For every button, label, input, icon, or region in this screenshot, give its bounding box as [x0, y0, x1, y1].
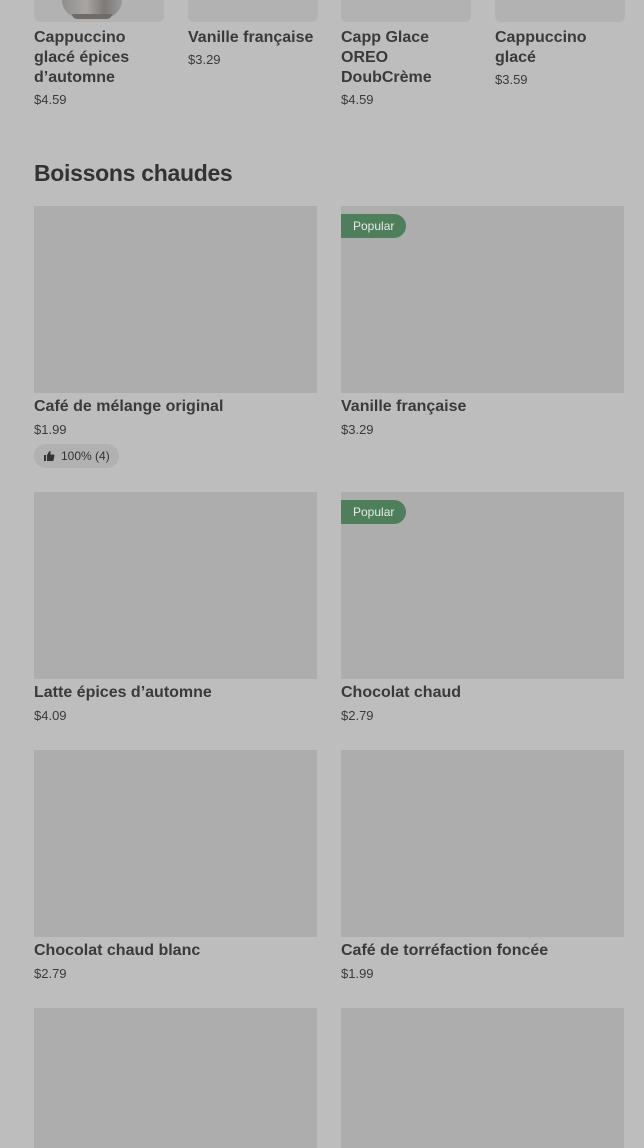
product-image	[341, 1008, 624, 1148]
product-price: $3.29	[341, 422, 374, 437]
product-name: Latte épices d’automne	[34, 684, 212, 701]
product-image	[188, 0, 318, 22]
popular-badge: Popular	[341, 214, 407, 238]
product-image	[34, 1008, 317, 1148]
product-card[interactable]: Popular Chocolat chaud $2.79	[341, 492, 624, 732]
product-price: $2.79	[341, 708, 374, 723]
product-name: Capp Glace OREO DoubCrème	[341, 29, 432, 86]
product-card[interactable]: Latte épices d’automne $4.09	[34, 492, 317, 732]
product-name: Cappuccino glacé	[495, 29, 587, 66]
product-card[interactable]: Chocolat chaud blanc $2.79	[34, 750, 317, 990]
product-price: $2.79	[34, 966, 67, 981]
rating-badge: 100% (4)	[34, 444, 119, 468]
cup-base	[72, 14, 112, 19]
product-name: Vanille française	[188, 29, 314, 46]
product-image	[34, 492, 317, 679]
product-card[interactable]	[34, 1008, 317, 1148]
product-price: $4.59	[341, 92, 374, 107]
product-image	[341, 0, 471, 22]
product-name: Café de torréfaction foncée	[341, 942, 549, 959]
recommended-carousel: Cappuccino glacé épices d’automne $4.59 …	[0, 0, 644, 120]
page: Cappuccino glacé épices d’automne $4.59 …	[0, 0, 644, 1148]
section-title: Boissons chaudes	[34, 160, 233, 186]
product-name: Chocolat chaud blanc	[34, 942, 201, 959]
product-price: $3.59	[495, 72, 528, 87]
product-card[interactable]	[341, 1008, 624, 1148]
product-card[interactable]: Café de mélange original $1.99 100% (4)	[34, 206, 317, 476]
product-image	[34, 0, 164, 22]
product-card[interactable]: Popular Vanille française $3.29	[341, 206, 624, 476]
product-name: Café de mélange original	[34, 398, 224, 415]
rating-text: 100% (4)	[61, 449, 110, 463]
product-price: $1.99	[34, 422, 67, 437]
product-image	[34, 750, 317, 937]
product-image	[495, 0, 625, 22]
product-price: $1.99	[341, 966, 374, 981]
product-price: $4.59	[34, 92, 67, 107]
product-name: Vanille française	[341, 398, 467, 415]
product-name: Cappuccino glacé épices d’automne	[34, 29, 130, 86]
product-card[interactable]: Café de torréfaction foncée $1.99	[341, 750, 624, 990]
product-price: $4.09	[34, 708, 67, 723]
product-image	[34, 206, 317, 393]
product-image	[341, 750, 624, 937]
thumbs-up-icon	[44, 451, 55, 461]
product-price: $3.29	[188, 52, 221, 67]
popular-badge: Popular	[341, 500, 407, 524]
product-name: Chocolat chaud	[341, 684, 462, 701]
